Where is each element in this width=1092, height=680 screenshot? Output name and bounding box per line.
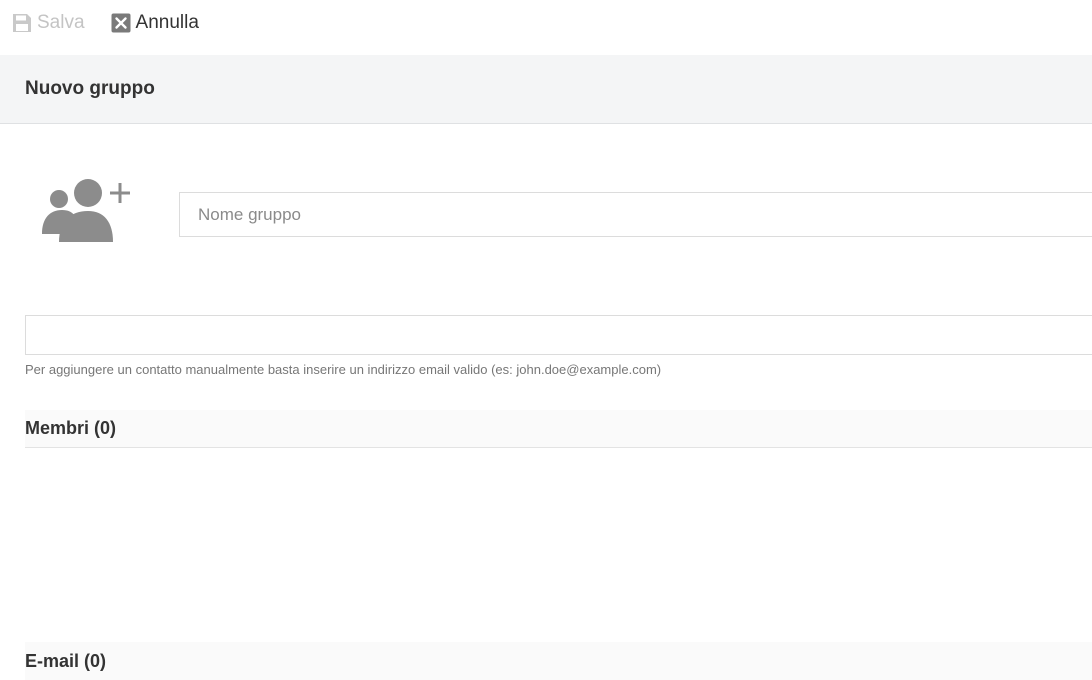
add-group-icon xyxy=(40,178,132,244)
group-name-input[interactable] xyxy=(179,192,1092,237)
contact-search-input[interactable] xyxy=(25,315,1092,355)
save-label: Salva xyxy=(37,12,85,33)
contact-help-text: Per aggiungere un contatto manualmente b… xyxy=(25,362,662,377)
emails-section-header: E-mail (0) xyxy=(25,642,1092,680)
cancel-label: Annulla xyxy=(135,12,199,33)
page-title: Nuovo gruppo xyxy=(25,78,155,99)
emails-title: E-mail (0) xyxy=(25,650,107,671)
floppy-disk-icon xyxy=(12,13,32,33)
save-button[interactable]: Salva xyxy=(12,12,85,34)
close-box-icon xyxy=(111,13,131,33)
members-section-header: Membri (0) xyxy=(25,410,1092,448)
members-title: Membri (0) xyxy=(25,418,117,438)
cancel-button[interactable]: Annulla xyxy=(111,12,199,34)
toolbar: Salva Annulla xyxy=(0,0,1092,46)
page-header: Nuovo gruppo xyxy=(0,55,1092,124)
